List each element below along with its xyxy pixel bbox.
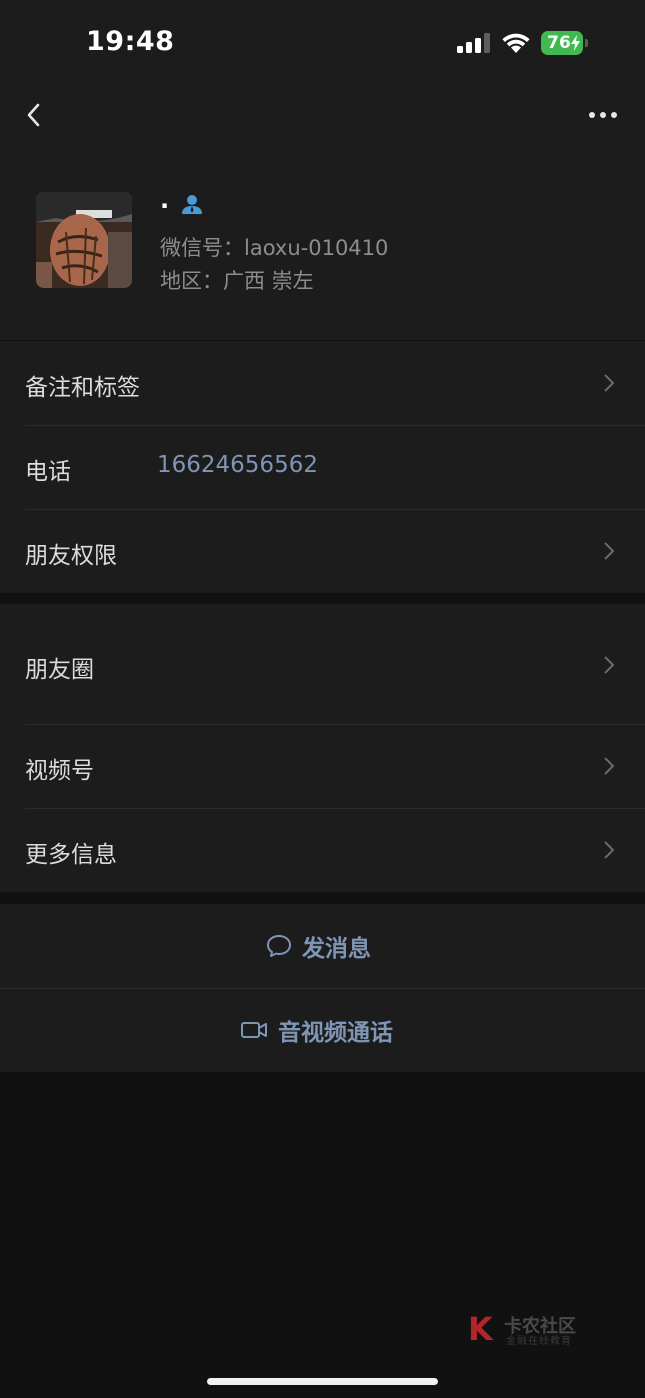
cellular-signal-icon xyxy=(457,33,490,53)
wifi-icon xyxy=(502,33,530,53)
watermark-k-mark: K xyxy=(468,1310,493,1348)
wechat-id: 微信号：laoxu-010410 xyxy=(160,236,389,260)
divider xyxy=(25,724,645,725)
row-notes-tags[interactable]: 备注和标签 xyxy=(0,341,645,425)
status-bar: 19:48 76 xyxy=(0,0,645,90)
chevron-right-icon xyxy=(604,757,615,775)
region: 地区：广西 崇左 xyxy=(160,269,314,293)
row-friend-permissions[interactable]: 朋友权限 xyxy=(0,509,645,593)
chevron-right-icon xyxy=(604,374,615,392)
battery-tip xyxy=(585,39,588,47)
send-message-button[interactable]: 发消息 xyxy=(0,904,645,988)
watermark-logo: K 卡农社区 金融在线教育 xyxy=(468,1310,598,1350)
more-info-label: 更多信息 xyxy=(25,842,117,868)
navigation-bar xyxy=(0,90,645,140)
video-call-button[interactable]: 音视频通话 xyxy=(0,988,645,1072)
row-phone[interactable]: 电话 16624656562 xyxy=(0,425,645,509)
more-options-icon[interactable] xyxy=(584,100,624,130)
channels-label: 视频号 xyxy=(25,758,94,784)
avatar[interactable] xyxy=(36,192,132,288)
contact-person-icon xyxy=(182,195,202,214)
notes-tags-label: 备注和标签 xyxy=(25,375,140,401)
send-message-label: 发消息 xyxy=(302,936,371,962)
charging-bolt-icon xyxy=(571,35,580,51)
status-time: 19:48 xyxy=(86,26,175,57)
profile-header: · 微信号：laoxu-010410 地区：广西 崇左 xyxy=(0,140,645,340)
chevron-right-icon xyxy=(604,656,615,674)
watermark-subtitle: 金融在线教育 xyxy=(506,1336,572,1347)
video-camera-icon xyxy=(241,1022,267,1038)
video-call-label: 音视频通话 xyxy=(278,1020,393,1046)
battery-indicator: 76 xyxy=(541,31,589,55)
phone-label: 电话 xyxy=(25,459,71,485)
phone-number[interactable]: 16624656562 xyxy=(157,452,318,478)
chevron-right-icon xyxy=(604,542,615,560)
back-chevron-icon[interactable] xyxy=(20,95,50,135)
friend-permissions-label: 朋友权限 xyxy=(25,543,117,569)
chevron-right-icon xyxy=(604,841,615,859)
contact-nickname: · xyxy=(160,192,170,220)
row-more-info[interactable]: 更多信息 xyxy=(0,808,645,892)
row-moments[interactable]: 朋友圈 xyxy=(0,604,645,724)
home-indicator[interactable] xyxy=(207,1378,438,1385)
divider xyxy=(25,808,645,809)
chat-bubble-icon xyxy=(267,935,291,957)
row-channels[interactable]: 视频号 xyxy=(0,724,645,808)
divider xyxy=(25,509,645,510)
divider xyxy=(25,425,645,426)
moments-label: 朋友圈 xyxy=(25,657,94,683)
